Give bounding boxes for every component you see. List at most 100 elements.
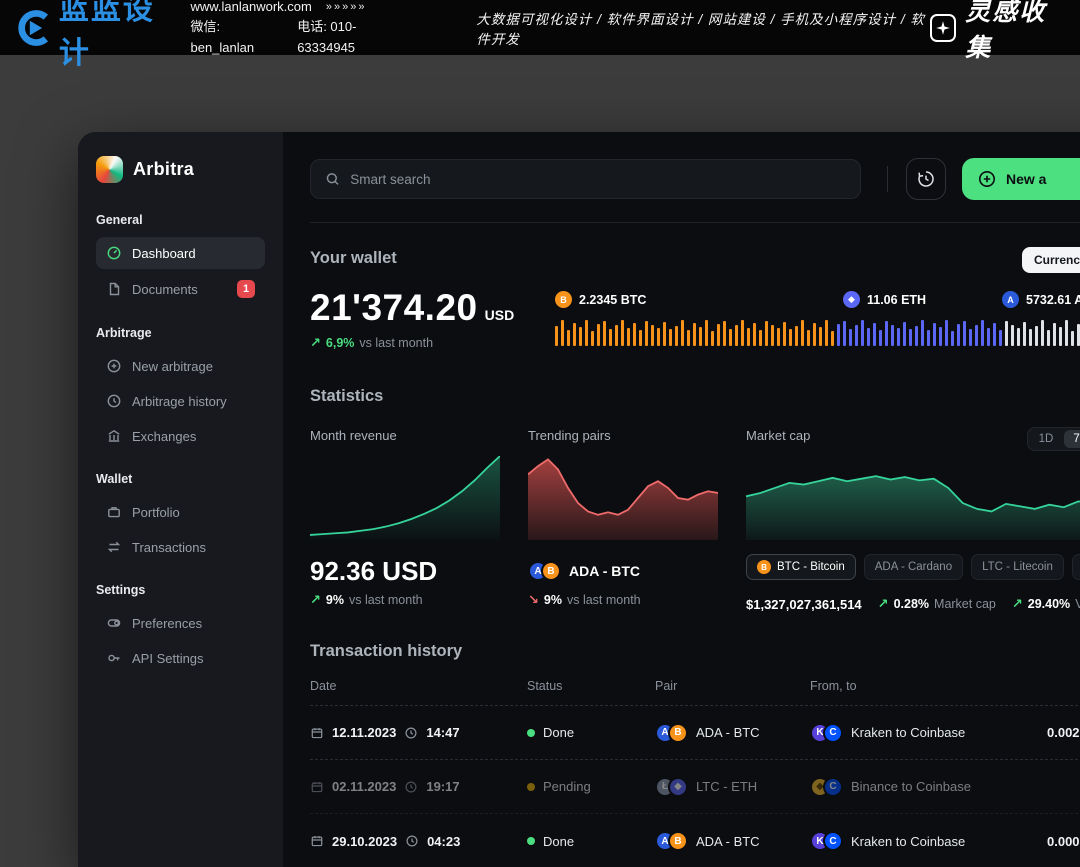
table-row[interactable]: 02.11.2023 19:17 Pending Ł ◆ LTC - ETH bbox=[310, 760, 1080, 814]
wallet-title: Your wallet bbox=[310, 249, 1080, 268]
topbar: New a bbox=[310, 158, 1080, 200]
col-date: Date bbox=[310, 679, 527, 693]
range-switcher: 1D 7D 1M bbox=[1027, 427, 1080, 451]
calendar-icon bbox=[310, 726, 324, 740]
status-text: Pending bbox=[543, 779, 591, 794]
coin-filter-chips: B BTC - Bitcoin ADA - Cardano LTC - Lite… bbox=[746, 554, 1080, 580]
btc-icon: B bbox=[541, 561, 561, 581]
clock-icon bbox=[404, 780, 418, 794]
table-row[interactable]: 29.10.2023 04:23 Done A B ADA - BTC bbox=[310, 814, 1080, 867]
contact-block: www.lanlanwork.com »»»»» 微信: ben_lanlan … bbox=[190, 0, 404, 58]
collection-link[interactable]: 灵感收集 bbox=[930, 0, 1064, 64]
clock-icon bbox=[404, 726, 418, 740]
website-link[interactable]: www.lanlanwork.com bbox=[190, 0, 311, 17]
range-7d[interactable]: 7D bbox=[1064, 430, 1080, 448]
sidebar: Arbitra General Dashboard Documents 1 Ar… bbox=[78, 132, 283, 867]
sparkle-icon bbox=[930, 14, 956, 42]
market-cap-label: Market cap bbox=[746, 428, 810, 450]
swap-arrows-icon bbox=[106, 539, 122, 555]
currencies-button[interactable]: Currencies bbox=[1022, 247, 1080, 273]
status-text: Done bbox=[543, 834, 574, 849]
history-button[interactable] bbox=[906, 158, 946, 200]
arbitra-app-window: Arbitra General Dashboard Documents 1 Ar… bbox=[78, 132, 1080, 867]
wallet-currency: USD bbox=[485, 307, 515, 323]
btc-icon: B bbox=[668, 831, 688, 851]
arbitra-logo-icon bbox=[96, 156, 123, 183]
range-1d[interactable]: 1D bbox=[1030, 430, 1063, 448]
statistics-section: Statistics Month revenue 92.36 USD ↗ 9% … bbox=[310, 387, 1080, 612]
nav-section-general: General bbox=[96, 213, 265, 227]
topbar-separator bbox=[310, 222, 1080, 223]
pair-icons: A B bbox=[655, 723, 688, 743]
month-revenue-card: Month revenue 92.36 USD ↗ 9% vs last mon… bbox=[310, 428, 500, 612]
exchange-icons: K C bbox=[810, 831, 843, 851]
pair-text: LTC - ETH bbox=[696, 779, 757, 794]
statistics-title: Statistics bbox=[310, 387, 1080, 406]
calendar-icon bbox=[310, 834, 324, 848]
sidebar-item-arbitrage-history[interactable]: Arbitrage history bbox=[96, 385, 265, 417]
eth-icon: ◆ bbox=[843, 291, 860, 308]
chip-ada[interactable]: ADA - Cardano bbox=[864, 554, 963, 580]
pair-icons: A B bbox=[528, 561, 561, 581]
chip-ltc[interactable]: LTC - Litecoin bbox=[971, 554, 1064, 580]
status-dot bbox=[527, 783, 535, 791]
market-cap-chart bbox=[746, 456, 1080, 540]
nav-section-settings: Settings bbox=[96, 583, 265, 597]
exchange-icons: K C bbox=[810, 723, 843, 743]
document-icon bbox=[106, 281, 122, 297]
holding-btc: B 2.2345 BTC bbox=[555, 291, 646, 308]
coinbase-icon: C bbox=[823, 723, 843, 743]
app-brand-name: Arbitra bbox=[133, 159, 194, 180]
holding-eth: ◆ 11.06 ETH bbox=[843, 291, 926, 308]
sidebar-item-dashboard[interactable]: Dashboard bbox=[96, 237, 265, 269]
amount-text: 0.000 bbox=[1047, 834, 1080, 849]
pair-icons: Ł ◆ bbox=[655, 777, 688, 797]
collection-text: 灵感收集 bbox=[965, 0, 1064, 64]
coinbase-icon: C bbox=[823, 777, 843, 797]
gauge-icon bbox=[106, 245, 122, 261]
trending-pairs-chart bbox=[528, 456, 718, 540]
up-arrow-icon: ↗ bbox=[310, 335, 321, 351]
services-nav[interactable]: 大数据可视化设计 / 软件界面设计 / 网站建设 / 手机及小程序设计 / 软件… bbox=[476, 8, 930, 48]
status-dot bbox=[527, 837, 535, 845]
sidebar-item-new-arbitrage[interactable]: New arbitrage bbox=[96, 350, 265, 382]
holding-ada: A 5732.61 ADA bbox=[1002, 291, 1080, 308]
clock-icon bbox=[405, 834, 419, 848]
table-row[interactable]: 12.11.2023 14:47 Done A B ADA - BTC bbox=[310, 706, 1080, 760]
trending-pair: A B ADA - BTC bbox=[528, 556, 718, 586]
search-input[interactable] bbox=[350, 172, 846, 187]
btc-icon: B bbox=[668, 723, 688, 743]
sidebar-item-portfolio[interactable]: Portfolio bbox=[96, 496, 265, 528]
exchange-icons: ◆ C bbox=[810, 777, 843, 797]
sidebar-item-transactions[interactable]: Transactions bbox=[96, 531, 265, 563]
phone-text: 电话: 010-63334945 bbox=[297, 17, 404, 57]
pair-text: ADA - BTC bbox=[696, 834, 760, 849]
site-header: 蓝蓝设计 www.lanlanwork.com »»»»» 微信: ben_la… bbox=[0, 0, 1080, 55]
chip-btc[interactable]: B BTC - Bitcoin bbox=[746, 554, 856, 580]
wechat-text: 微信: ben_lanlan bbox=[190, 17, 279, 57]
transaction-history-section: Transaction history Date Status Pair Fro… bbox=[310, 642, 1080, 867]
nav-section-wallet: Wallet bbox=[96, 472, 265, 486]
bank-icon bbox=[106, 428, 122, 444]
ada-icon: A bbox=[1002, 291, 1019, 308]
new-arbitrage-button[interactable]: New a bbox=[962, 158, 1080, 200]
search-box[interactable] bbox=[310, 159, 861, 199]
sidebar-item-documents[interactable]: Documents 1 bbox=[96, 272, 265, 306]
topbar-divider bbox=[887, 166, 888, 192]
wallet-amount: 21'374.20 bbox=[310, 287, 478, 329]
calendar-icon bbox=[310, 780, 324, 794]
transaction-history-title: Transaction history bbox=[310, 642, 1080, 661]
market-cap-value: $1,327,027,361,514 bbox=[746, 597, 862, 612]
sidebar-item-preferences[interactable]: Preferences bbox=[96, 607, 265, 639]
plus-circle-icon bbox=[106, 358, 122, 374]
btc-icon: B bbox=[555, 291, 572, 308]
trending-pairs-label: Trending pairs bbox=[528, 428, 718, 450]
down-arrow-icon: ↘ bbox=[528, 592, 539, 608]
col-from-to: From, to bbox=[810, 679, 1047, 693]
chip-eth[interactable]: ETH - Ethere bbox=[1072, 554, 1080, 580]
coinbase-icon: C bbox=[823, 831, 843, 851]
sidebar-item-exchanges[interactable]: Exchanges bbox=[96, 420, 265, 452]
col-status: Status bbox=[527, 679, 655, 693]
sidebar-item-api-settings[interactable]: API Settings bbox=[96, 642, 265, 674]
app-brand[interactable]: Arbitra bbox=[96, 156, 265, 183]
